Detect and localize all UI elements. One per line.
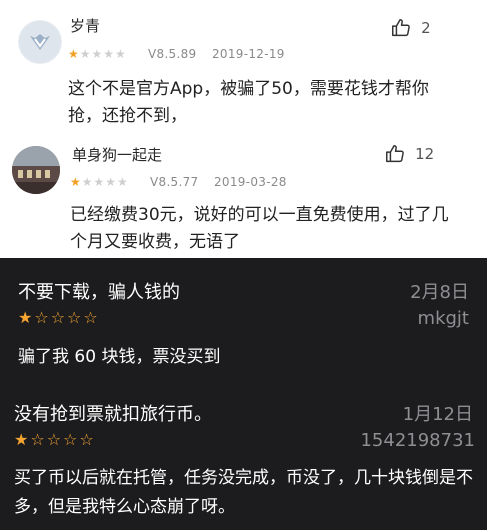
star-empty-icon: ★★★★ [81,175,129,189]
review-author: mkgjt [417,308,469,329]
star-filled-icon: ★ [68,47,80,61]
review-text: 骗了我 60 块钱，票没买到 [18,347,221,367]
review-username[interactable]: 岁青 [70,15,100,36]
review-title: 不要下载，骗人钱的 [18,282,180,303]
review-username[interactable]: 单身狗一起走 [72,144,162,165]
avatar-bird-icon [19,21,61,63]
review-text: 买了币以后就在托管，任务没完成，币没了，几十块钱倒是不多，但是我特么心态崩了呀。 [14,468,473,517]
rating-stars: ★★★★★ [70,175,129,189]
review-author: 1542198731 [360,430,475,451]
review-text: 已经缴费30元，说好的可以一直免费使用，过了几个月又要收费，无语了 [70,205,449,252]
star-filled-icon: ★ [70,175,82,189]
star-empty-icon: ★★★★ [79,47,127,61]
thumbs-up-icon [392,19,410,37]
star-empty-icon: ☆☆☆☆ [34,308,100,327]
star-empty-icon: ☆☆☆☆ [30,430,96,449]
review-date: 2月8日 [410,282,469,303]
thumbs-up-icon [386,145,404,163]
like-button[interactable]: 2 [390,17,431,41]
review-date: 2019-12-19 [212,47,285,61]
avatar-building-icon [12,146,60,194]
user-avatar[interactable] [12,146,60,194]
like-button[interactable]: 12 [384,143,434,167]
star-filled-icon: ★ [18,308,35,327]
like-count: 12 [415,145,435,163]
review-text: 这个不是官方App，被骗了50，需要花钱才帮你抢，还抢不到， [68,79,429,126]
rating-stars: ★★★★★ [68,47,127,61]
review-date: 1月12日 [402,404,473,425]
dark-reviews-section: 不要下载，骗人钱的 2月8日 ★☆☆☆☆ mkgjt 骗了我 60 块钱，票没买… [0,258,487,530]
user-avatar[interactable] [18,20,62,64]
app-version: V8.5.77 [150,175,199,189]
light-reviews-section: 岁青 ★★★★★ V8.5.89 2019-12-19 2 这个不是官方App，… [0,0,487,258]
app-version: V8.5.89 [148,47,197,61]
like-count: 2 [421,19,431,37]
rating-stars: ★☆☆☆☆ [18,308,100,327]
star-filled-icon: ★ [14,430,31,449]
review-date: 2019-03-28 [214,175,287,189]
review-title: 没有抢到票就扣旅行币。 [14,404,212,425]
rating-stars: ★☆☆☆☆ [14,430,96,449]
